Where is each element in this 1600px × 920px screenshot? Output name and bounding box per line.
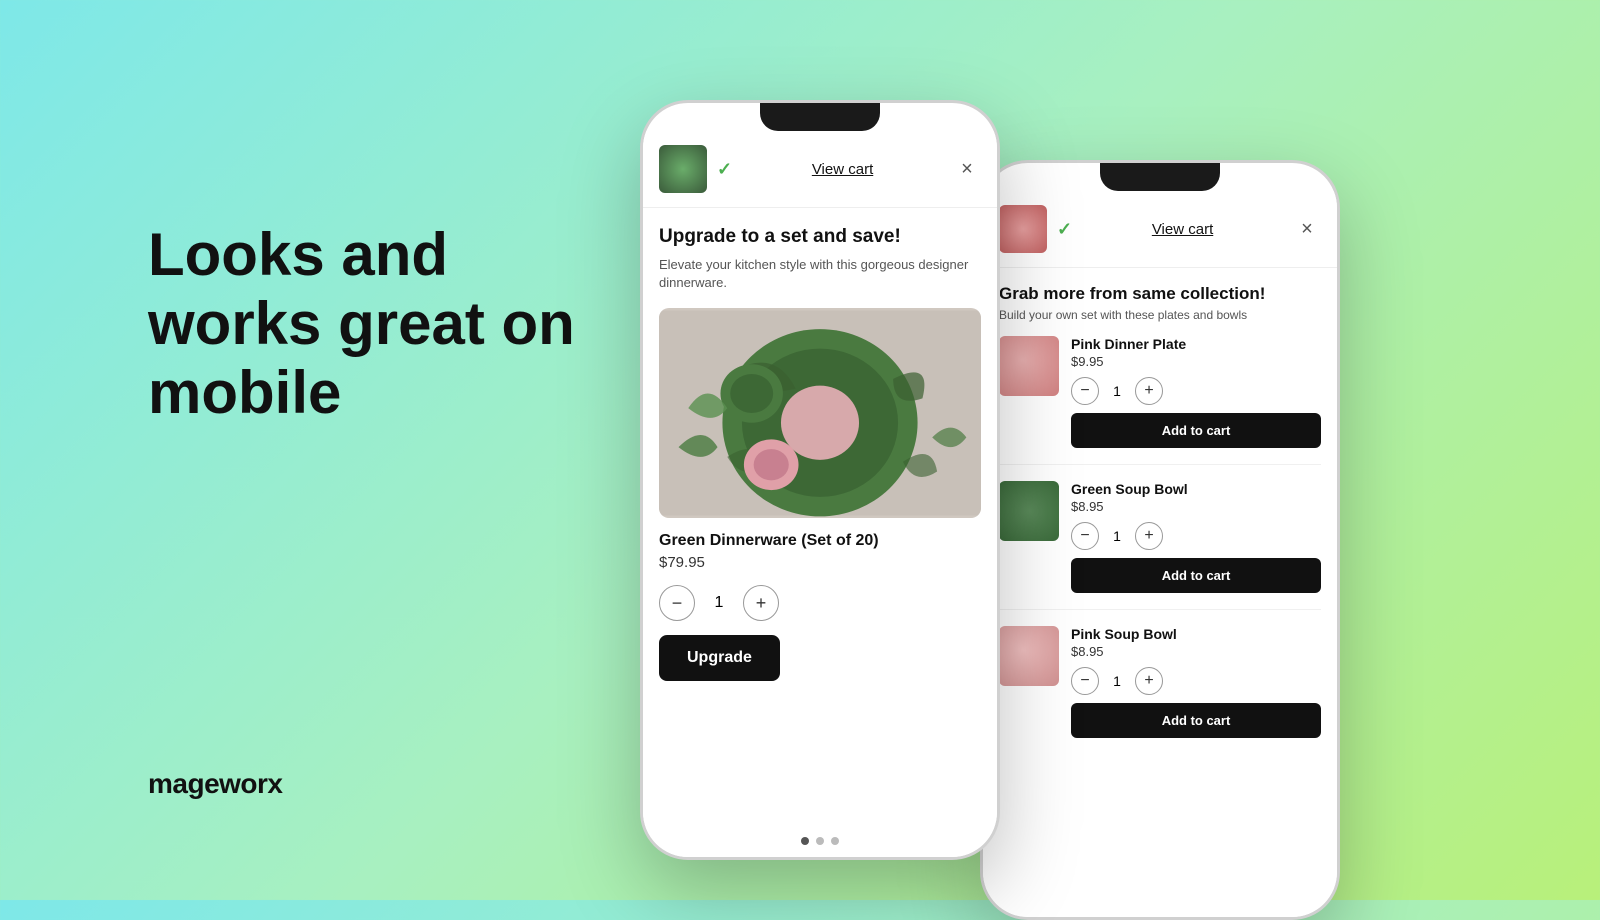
product-1-add-to-cart-button[interactable]: Add to cart	[1071, 413, 1321, 448]
phone-2-screen: ✓ View cart × Grab more from same collec…	[983, 191, 1337, 917]
phone1-popup-subtitle: Elevate your kitchen style with this gor…	[659, 256, 981, 292]
product-info-1: Pink Dinner Plate $9.95 − 1 + Add to car…	[1071, 336, 1321, 448]
brand-logo: mageworx	[148, 768, 283, 800]
phone1-product-image	[659, 308, 981, 518]
product-3-qty: 1	[1109, 673, 1125, 689]
dot-1	[801, 837, 809, 845]
product-row-3: Pink Soup Bowl $8.95 − 1 + Add to cart	[999, 626, 1321, 754]
product-1-qty-row: − 1 +	[1071, 377, 1321, 405]
phone-1: ✓ View cart × Upgrade to a set and save!…	[640, 100, 1000, 860]
phone2-check-icon: ✓	[1057, 219, 1072, 240]
phone1-popup-title: Upgrade to a set and save!	[659, 226, 981, 248]
phone2-popup-body: Grab more from same collection! Build yo…	[983, 268, 1337, 786]
product-row-1: Pink Dinner Plate $9.95 − 1 + Add to car…	[999, 336, 1321, 465]
product-2-qty: 1	[1109, 528, 1125, 544]
product-thumb-pink-plate	[999, 336, 1059, 396]
product-thumb-green-bowl	[999, 481, 1059, 541]
phone2-close-button[interactable]: ×	[1293, 215, 1321, 243]
phone-1-screen: ✓ View cart × Upgrade to a set and save!…	[643, 131, 997, 857]
phone1-popup-body: Upgrade to a set and save! Elevate your …	[643, 208, 997, 699]
phone2-view-cart-link[interactable]: View cart	[1082, 221, 1283, 238]
product-2-qty-increase[interactable]: +	[1135, 522, 1163, 550]
phone1-product-name: Green Dinnerware (Set of 20)	[659, 532, 981, 550]
product-3-add-to-cart-button[interactable]: Add to cart	[1071, 703, 1321, 738]
phone1-upgrade-button[interactable]: Upgrade	[659, 635, 780, 681]
product-row-2: Green Soup Bowl $8.95 − 1 + Add to cart	[999, 481, 1321, 610]
phone1-product-price: $79.95	[659, 554, 981, 571]
phone-2-notch	[1100, 163, 1220, 191]
product-1-qty-decrease[interactable]: −	[1071, 377, 1099, 405]
product-thumb-pink-bowl	[999, 626, 1059, 686]
phone1-view-cart-link[interactable]: View cart	[742, 161, 943, 178]
dot-3	[831, 837, 839, 845]
product-2-name: Green Soup Bowl	[1071, 481, 1321, 497]
phone1-dots	[801, 837, 839, 845]
phone1-qty-decrease[interactable]: −	[659, 585, 695, 621]
product-info-2: Green Soup Bowl $8.95 − 1 + Add to cart	[1071, 481, 1321, 593]
product-2-qty-row: − 1 +	[1071, 522, 1321, 550]
phone2-popup-subtitle: Build your own set with these plates and…	[999, 308, 1321, 322]
dot-2	[816, 837, 824, 845]
product-1-price: $9.95	[1071, 354, 1321, 369]
product-3-qty-row: − 1 +	[1071, 667, 1321, 695]
product-3-qty-decrease[interactable]: −	[1071, 667, 1099, 695]
product-1-qty-increase[interactable]: +	[1135, 377, 1163, 405]
phone1-close-button[interactable]: ×	[953, 155, 981, 183]
product-2-qty-decrease[interactable]: −	[1071, 522, 1099, 550]
phone-2: ✓ View cart × Grab more from same collec…	[980, 160, 1340, 920]
product-3-price: $8.95	[1071, 644, 1321, 659]
phone1-qty-value: 1	[709, 594, 729, 612]
product-1-name: Pink Dinner Plate	[1071, 336, 1321, 352]
dinnerware-art	[659, 308, 981, 518]
phone1-popup-header: ✓ View cart ×	[643, 131, 997, 208]
check-icon: ✓	[717, 159, 732, 180]
product-3-name: Pink Soup Bowl	[1071, 626, 1321, 642]
phone1-product-thumb	[659, 145, 707, 193]
hero-title: Looks and works great on mobile	[148, 220, 608, 427]
phone2-popup-title: Grab more from same collection!	[999, 284, 1321, 304]
product-3-qty-increase[interactable]: +	[1135, 667, 1163, 695]
phone2-product-thumb	[999, 205, 1047, 253]
phone1-qty-row: − 1 +	[659, 585, 981, 621]
product-info-3: Pink Soup Bowl $8.95 − 1 + Add to cart	[1071, 626, 1321, 738]
phones-container: ✓ View cart × Upgrade to a set and save!…	[620, 60, 1380, 900]
product-2-price: $8.95	[1071, 499, 1321, 514]
product-1-qty: 1	[1109, 383, 1125, 399]
hero-section: Looks and works great on mobile	[148, 220, 608, 427]
product-2-add-to-cart-button[interactable]: Add to cart	[1071, 558, 1321, 593]
phone2-popup-header: ✓ View cart ×	[983, 191, 1337, 268]
phone1-qty-increase[interactable]: +	[743, 585, 779, 621]
phone-1-notch	[760, 103, 880, 131]
